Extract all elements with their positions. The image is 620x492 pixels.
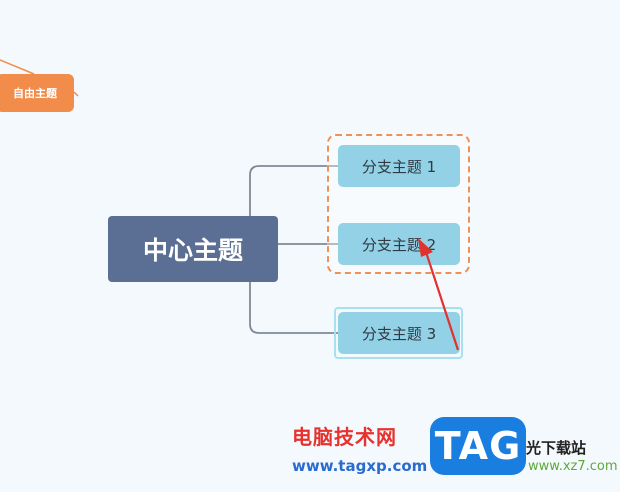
branch-topic-label: 分支主题 3	[361, 324, 437, 343]
free-topic-tail	[73, 91, 79, 97]
watermark: 电脑技术网 www.tagxp.com TAG 光下载站 www.xz7.com	[288, 417, 620, 492]
central-topic[interactable]: 中心主题	[108, 216, 278, 282]
watermark-title: 电脑技术网	[292, 425, 397, 449]
watermark-logo: TAG	[430, 417, 526, 475]
free-topic-connector	[0, 59, 35, 75]
free-topic-label: 自由主题	[13, 87, 57, 100]
watermark-url: www.tagxp.com	[292, 457, 428, 475]
central-topic-label: 中心主题	[142, 236, 243, 265]
branch-topic-1[interactable]: 分支主题 1	[338, 145, 460, 187]
branch-topic-label: 分支主题 1	[361, 157, 437, 176]
free-topic[interactable]: 自由主题	[0, 74, 74, 112]
watermark-site-url: www.xz7.com	[528, 459, 618, 474]
branch-topic-label: 分支主题 2	[361, 235, 437, 254]
branch-topic-2[interactable]: 分支主题 2	[338, 223, 460, 265]
branch-topic-3[interactable]: 分支主题 3	[338, 312, 460, 354]
mindmap-canvas[interactable]: 自由主题 中心主题 分支主题 1 分支主题 2 分支主题 3 电脑技术网 www…	[0, 0, 620, 492]
watermark-site: 光下载站	[526, 439, 587, 457]
